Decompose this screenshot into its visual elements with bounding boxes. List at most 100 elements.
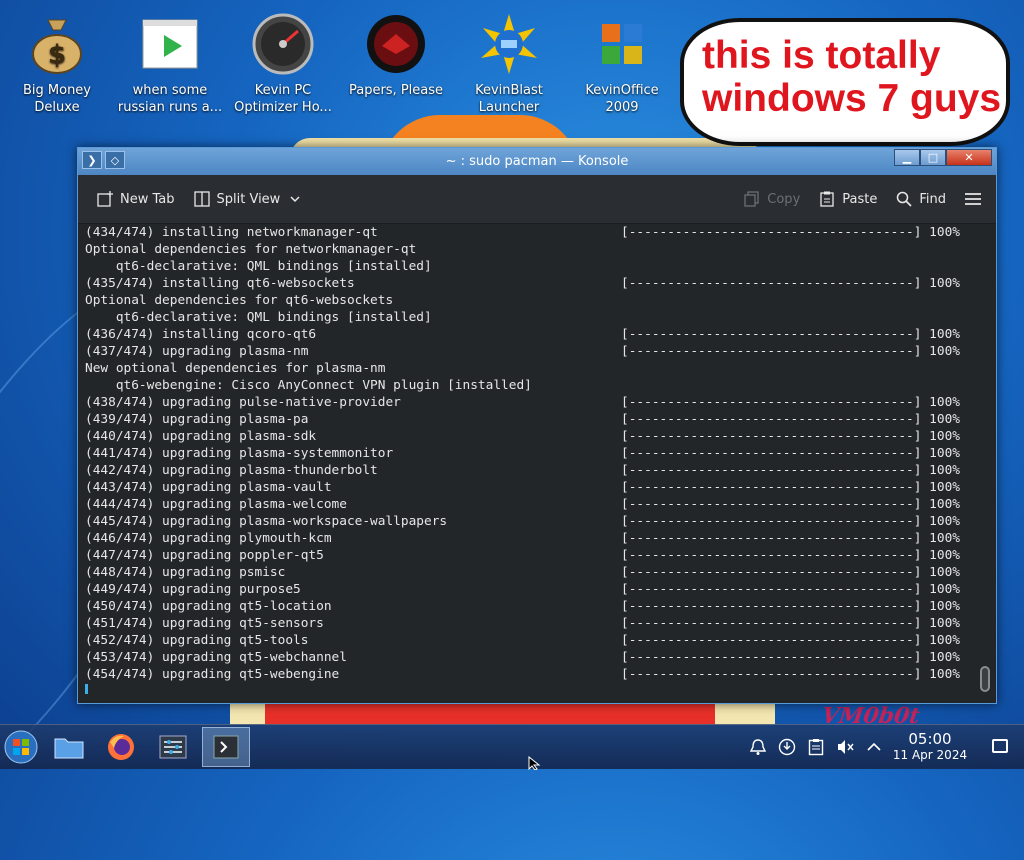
speedometer-icon xyxy=(251,12,315,76)
terminal-line: (435/474) installing qt6-websockets [----… xyxy=(85,275,980,292)
show-desktop-button[interactable] xyxy=(992,739,1008,753)
konsole-app-icon[interactable]: ❯ xyxy=(82,151,102,169)
progress-bar-text: [-------------------------------------] … xyxy=(621,633,960,648)
rocket-burst-icon xyxy=(477,12,541,76)
svg-text:$: $ xyxy=(48,40,66,70)
progress-bar-text: [-------------------------------------] … xyxy=(621,531,960,546)
new-tab-icon xyxy=(96,190,114,208)
terminal-line-text: (435/474) installing qt6-websockets xyxy=(85,276,355,291)
progress-bar-text: [-------------------------------------] … xyxy=(621,412,960,427)
expand-tray-icon[interactable] xyxy=(864,737,884,757)
start-menu-button[interactable] xyxy=(0,727,42,767)
terminal-line-text: (445/474) upgrading plasma-workspace-wal… xyxy=(85,514,448,529)
terminal-line: (445/474) upgrading plasma-workspace-wal… xyxy=(85,513,980,530)
progress-bar-text: [-------------------------------------] … xyxy=(621,463,960,478)
split-view-button[interactable]: Split View xyxy=(193,190,305,208)
progress-bar-text: [-------------------------------------] … xyxy=(621,497,960,512)
file-manager-icon xyxy=(54,738,84,759)
terminal-line: (442/474) upgrading plasma-thunderbolt [-… xyxy=(85,462,980,479)
copy-label: Copy xyxy=(767,191,801,207)
desktop-icon-label: KevinOffice 2009 xyxy=(585,83,659,115)
progress-bar-text: [-------------------------------------] … xyxy=(621,616,960,631)
desktop-icon-big-money-deluxe[interactable]: $ Big Money Deluxe xyxy=(2,8,112,116)
desktop-icon-kevin-pc-optimizer[interactable]: Kevin PC Optimizer Ho... xyxy=(228,8,338,116)
terminal-line: (444/474) upgrading plasma-welcome [-----… xyxy=(85,496,980,513)
desktop-icon-label: when some russian runs a... xyxy=(117,83,223,115)
progress-bar-text: [-------------------------------------] … xyxy=(621,548,960,563)
volume-muted-icon[interactable] xyxy=(835,737,855,757)
terminal-line-text: (438/474) upgrading pulse-native-provide… xyxy=(85,395,401,410)
new-tab-button[interactable]: New Tab xyxy=(96,190,175,208)
notifications-icon[interactable] xyxy=(748,737,768,757)
scrollbar-thumb[interactable] xyxy=(980,666,990,692)
split-view-icon xyxy=(193,190,211,208)
clipboard-icon[interactable] xyxy=(806,737,826,757)
split-view-label: Split View xyxy=(216,191,281,207)
paste-icon xyxy=(818,190,836,208)
hamburger-menu-button[interactable] xyxy=(964,190,982,208)
money-bag-icon: $ xyxy=(25,12,89,76)
terminal-line: (446/474) upgrading plymouth-kcm [-------… xyxy=(85,530,980,547)
chevron-down-icon[interactable] xyxy=(286,190,304,208)
terminal-cursor xyxy=(85,684,88,694)
papers-please-seal-icon xyxy=(364,12,428,76)
terminal-line: (449/474) upgrading purpose5 [-----------… xyxy=(85,581,980,598)
progress-bar-text: [-------------------------------------] … xyxy=(621,327,960,342)
minimize-button[interactable]: ▁ xyxy=(894,149,920,166)
desktop-icon-kevinoffice-2009[interactable]: KevinOffice 2009 xyxy=(567,8,677,116)
progress-bar-text: [-------------------------------------] … xyxy=(621,344,960,359)
terminal-line: (453/474) upgrading qt5-webchannel [-----… xyxy=(85,649,980,666)
terminal-line: (451/474) upgrading qt5-sensors [--------… xyxy=(85,615,980,632)
hamburger-menu-icon xyxy=(964,190,982,208)
terminal-line: qt6-declarative: QML bindings [installed… xyxy=(85,309,980,326)
terminal-line-text: (450/474) upgrading qt5-location xyxy=(85,599,332,614)
window-titlebar[interactable]: ❯ ◇ ~ : sudo pacman — Konsole ▁ □ ✕ xyxy=(78,148,996,175)
desktop-icon-kevinblast-launcher[interactable]: KevinBlast Launcher xyxy=(454,8,564,116)
paste-button[interactable]: Paste xyxy=(818,190,877,208)
progress-bar-text: [-------------------------------------] … xyxy=(621,514,960,529)
terminal-line: (454/474) upgrading qt5-webengine [------… xyxy=(85,666,980,683)
office-logo-icon xyxy=(590,12,654,76)
copy-button[interactable]: Copy xyxy=(743,190,800,208)
terminal-line: (436/474) installing qcoro-qt6 [---------… xyxy=(85,326,980,343)
terminal-line: New optional dependencies for plasma-nm xyxy=(85,360,980,377)
terminal-line-text: (439/474) upgrading plasma-pa xyxy=(85,412,309,427)
terminal-line: (441/474) upgrading plasma-systemmonitor… xyxy=(85,445,980,462)
taskbar-file-manager[interactable] xyxy=(48,727,90,767)
window-menu-icon[interactable]: ◇ xyxy=(105,151,125,169)
desktop-icon-papers-please[interactable]: Papers, Please xyxy=(341,8,451,99)
terminal-line: Optional dependencies for networkmanager… xyxy=(85,241,980,258)
find-label: Find xyxy=(919,191,946,207)
terminal-output[interactable]: (434/474) installing networkmanager-qt [-… xyxy=(78,224,980,694)
terminal-line-text: (453/474) upgrading qt5-webchannel xyxy=(85,650,347,665)
progress-bar-text: [-------------------------------------] … xyxy=(621,480,960,495)
terminal-line-text: (440/474) upgrading plasma-sdk xyxy=(85,429,317,444)
close-button[interactable]: ✕ xyxy=(946,149,992,166)
clock-time: 05:00 xyxy=(908,730,952,748)
terminal-line-text: (454/474) upgrading qt5-webengine xyxy=(85,667,340,682)
find-button[interactable]: Find xyxy=(895,190,946,208)
taskbar-system-settings[interactable] xyxy=(152,727,194,767)
window-title: ~ : sudo pacman — Konsole xyxy=(445,154,629,169)
progress-bar-text: [-------------------------------------] … xyxy=(621,599,960,614)
terminal-scrollbar[interactable] xyxy=(980,224,990,694)
desktop-icon-russian-video[interactable]: when some russian runs a... xyxy=(115,8,225,116)
progress-bar-text: [-------------------------------------] … xyxy=(621,667,960,682)
updates-icon[interactable] xyxy=(777,737,797,757)
konsole-icon xyxy=(213,735,239,759)
terminal-line-text: (443/474) upgrading plasma-vault xyxy=(85,480,332,495)
taskbar: 05:00 11 Apr 2024 xyxy=(0,724,1024,769)
start-orb-icon xyxy=(4,730,38,764)
terminal-line-text: New optional dependencies for plasma-nm xyxy=(85,361,386,376)
taskbar-konsole[interactable] xyxy=(202,727,250,767)
taskbar-firefox[interactable] xyxy=(100,727,142,767)
terminal-line-text: (441/474) upgrading plasma-systemmonitor xyxy=(85,446,394,461)
konsole-window[interactable]: ❯ ◇ ~ : sudo pacman — Konsole ▁ □ ✕ New … xyxy=(77,147,997,704)
terminal-line-text: qt6-declarative: QML bindings [installed… xyxy=(85,259,432,274)
terminal-line-text: qt6-declarative: QML bindings [installed… xyxy=(85,310,432,325)
taskbar-clock[interactable]: 05:00 11 Apr 2024 xyxy=(890,731,970,763)
desktop-icon-label: Big Money Deluxe xyxy=(22,83,91,115)
terminal-line: (452/474) upgrading qt5-tools [----------… xyxy=(85,632,980,649)
maximize-button[interactable]: □ xyxy=(920,149,946,166)
terminal-line-text: qt6-webengine: Cisco AnyConnect VPN plug… xyxy=(85,378,532,393)
